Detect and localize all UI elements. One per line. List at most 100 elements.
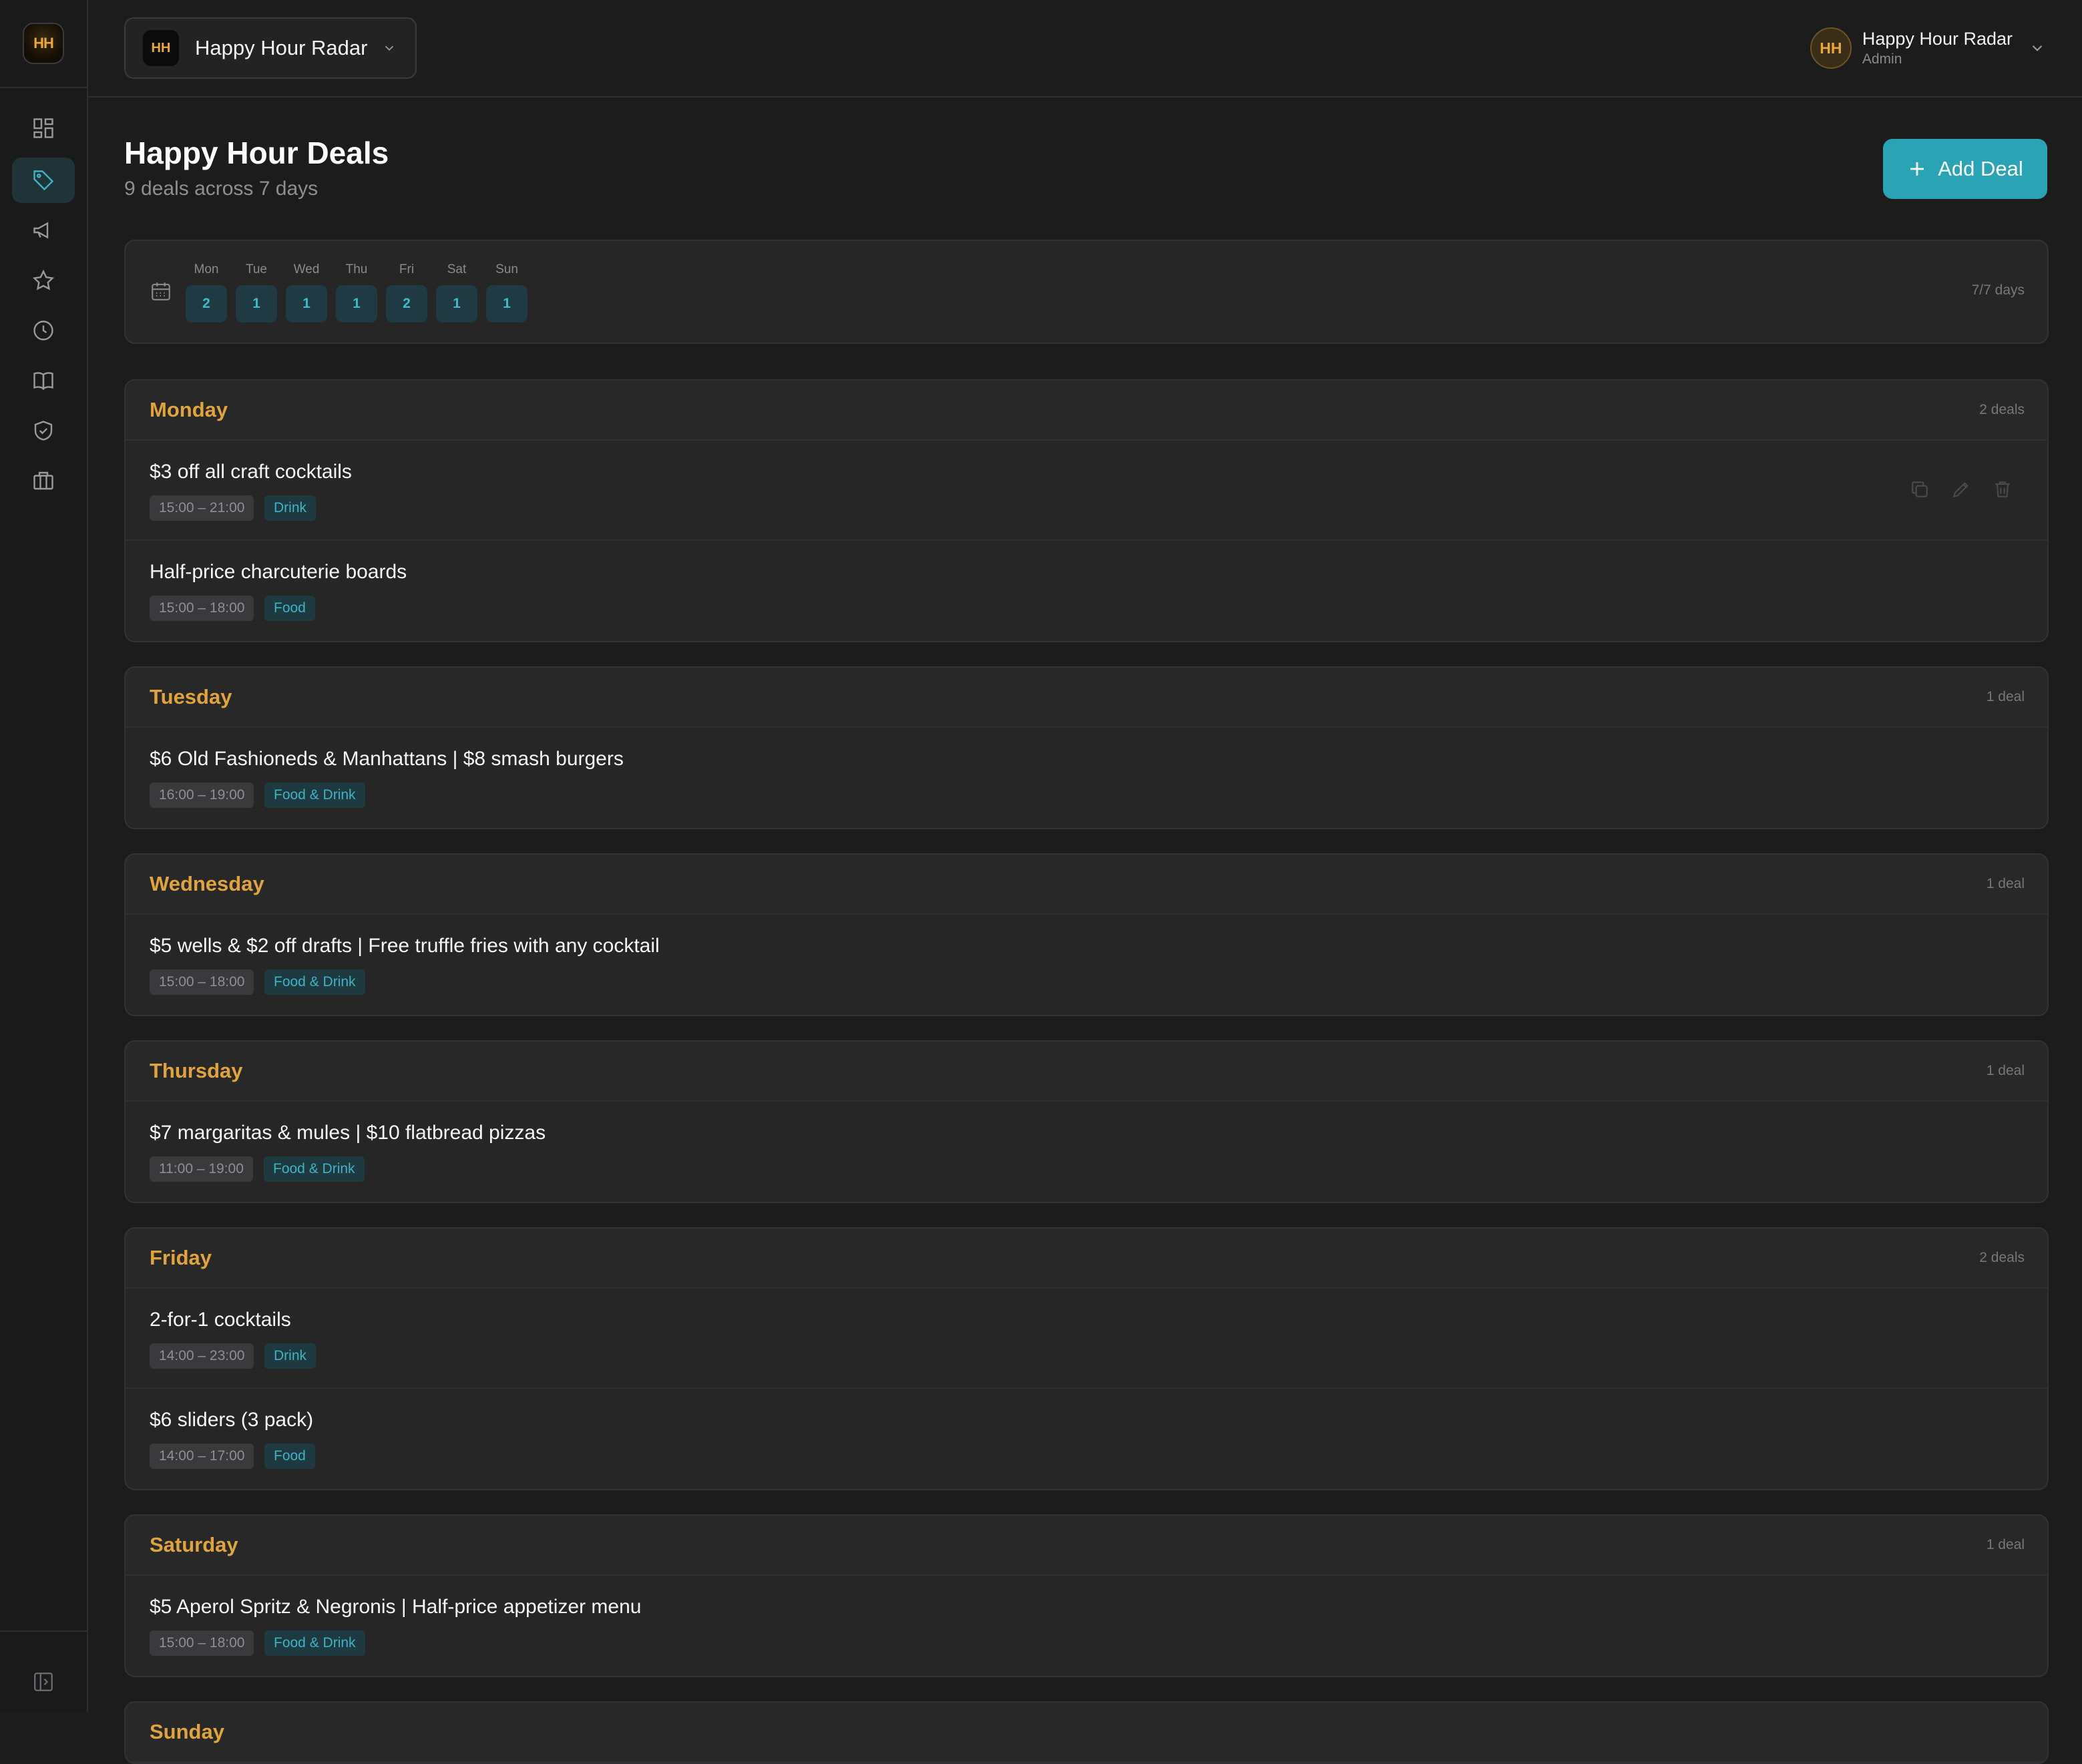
deal-title: 2-for-1 cocktails <box>150 1309 291 1331</box>
deal-row[interactable]: 2-for-1 cocktails 14:00 – 23:00 Drink <box>126 1289 2047 1389</box>
day-header[interactable]: Wednesday 1 deal <box>126 855 2047 915</box>
deal-row[interactable]: $5 wells & $2 off drafts | Free truffle … <box>126 915 2047 1015</box>
day-deal-count: 2 deals <box>1979 402 2025 417</box>
day-card-thursday: Thursday 1 deal $7 margaritas & mules | $1… <box>124 1040 2049 1203</box>
day-deal-count: 1 deal <box>1986 1537 2025 1552</box>
week-day-label: Fri <box>399 262 415 276</box>
deal-row[interactable]: $6 sliders (3 pack) 14:00 – 17:00 Food <box>126 1389 2047 1489</box>
week-day-mon[interactable]: Mon 2 <box>186 260 227 322</box>
megaphone-icon <box>33 222 49 239</box>
day-card-monday: Monday 2 deals $3 off all craft cocktails 1… <box>124 379 2049 642</box>
sidebar-item-dashboard[interactable] <box>12 105 75 151</box>
page-subtitle: 9 deals across 7 days <box>124 178 319 200</box>
deal-row[interactable]: $3 off all craft cocktails 15:00 – 21:00 D… <box>126 441 2047 541</box>
week-day-thu[interactable]: Thu 1 <box>336 260 377 322</box>
duplicate-deal-button[interactable] <box>1908 478 1931 501</box>
week-day-count[interactable]: 2 <box>386 285 427 322</box>
deal-title: $3 off all craft cocktails <box>150 461 352 483</box>
day-card-tuesday: Tuesday 1 deal $6 Old Fashioneds & Manhatt… <box>124 666 2049 829</box>
day-card-wednesday: Wednesday 1 deal $5 wells & $2 off drafts … <box>124 853 2049 1016</box>
sidebar-item-deals[interactable] <box>12 158 75 203</box>
deal-time-badge: 16:00 – 19:00 <box>150 783 254 808</box>
plus-icon <box>1910 162 1924 176</box>
venue-logo: HH <box>143 30 179 66</box>
shield-check-icon <box>34 421 53 441</box>
day-name: Saturday <box>150 1533 238 1556</box>
deal-time-badge: 15:00 – 18:00 <box>150 969 254 995</box>
day-deal-count: 1 deal <box>1986 876 2025 891</box>
venue-selector[interactable]: HH Happy Hour Radar <box>124 17 417 79</box>
calendar-icon <box>152 282 170 300</box>
user-name: Happy Hour Radar <box>1862 29 2013 49</box>
day-name: Tuesday <box>150 685 232 708</box>
sidebar-footer <box>0 1630 87 1712</box>
chevron-down-icon <box>385 45 394 51</box>
deal-category-badge: Drink <box>264 1343 317 1369</box>
sidebar-item-security[interactable] <box>12 408 75 453</box>
day-card-sunday: Sunday <box>124 1701 2049 1764</box>
deal-category-badge: Food & Drink <box>264 1630 365 1656</box>
deal-title: $5 Aperol Spritz & Negronis | Half-price… <box>150 1596 642 1618</box>
deal-category-badge: Food <box>264 596 315 621</box>
sidebar: HH <box>0 0 88 1712</box>
day-header[interactable]: Monday 2 deals <box>126 381 2047 441</box>
sidebar-item-promotions[interactable] <box>12 208 75 253</box>
user-menu[interactable]: HH Happy Hour Radar Admin <box>1810 25 2046 71</box>
deal-category-badge: Drink <box>264 495 317 521</box>
week-day-sat[interactable]: Sat 1 <box>436 260 477 322</box>
sidebar-collapse-button[interactable] <box>21 1660 65 1704</box>
sidebar-item-menu[interactable] <box>12 358 75 403</box>
sidebar-logo-area: HH <box>0 0 87 88</box>
day-header[interactable]: Saturday 1 deal <box>126 1516 2047 1576</box>
sidebar-collapse-icon <box>34 1673 53 1691</box>
briefcase-icon <box>33 471 53 490</box>
sidebar-item-hours[interactable] <box>12 308 75 353</box>
tag-icon <box>33 170 54 191</box>
deal-row[interactable]: $7 margaritas & mules | $10 flatbread pi… <box>126 1102 2047 1202</box>
week-overview: Mon 2 Tue 1 Wed 1 Thu 1 Fri 2 Sat 1 Sun 1 7/7 days <box>124 240 2049 344</box>
week-day-count[interactable]: 1 <box>236 285 277 322</box>
deal-title: Half-price charcuterie boards <box>150 561 407 583</box>
app-logo[interactable]: HH <box>23 23 64 64</box>
week-day-tue[interactable]: Tue 1 <box>236 260 277 322</box>
week-day-sun[interactable]: Sun 1 <box>486 260 528 322</box>
week-day-fri[interactable]: Fri 2 <box>386 260 427 322</box>
deal-row[interactable]: $5 Aperol Spritz & Negronis | Half-price… <box>126 1576 2047 1676</box>
venue-name: Happy Hour Radar <box>195 36 368 59</box>
week-day-count[interactable]: 2 <box>186 285 227 322</box>
week-day-label: Wed <box>293 262 320 276</box>
star-icon <box>32 269 55 290</box>
deal-time-badge: 11:00 – 19:00 <box>150 1156 253 1182</box>
deal-category-badge: Food & Drink <box>264 783 365 808</box>
add-deal-button[interactable]: Add Deal <box>1883 139 2047 199</box>
week-day-count[interactable]: 1 <box>336 285 377 322</box>
day-name: Thursday <box>150 1059 243 1082</box>
deal-category-badge: Food <box>264 1444 315 1469</box>
week-day-count[interactable]: 1 <box>286 285 327 322</box>
sidebar-item-reviews[interactable] <box>12 258 75 303</box>
avatar: HH <box>1810 27 1852 69</box>
deal-row[interactable]: Half-price charcuterie boards 15:00 – 18:… <box>126 541 2047 641</box>
deal-time-badge: 15:00 – 18:00 <box>150 1630 254 1656</box>
edit-deal-button[interactable] <box>1950 478 1972 501</box>
week-day-label: Tue <box>245 262 268 276</box>
pencil-icon <box>1952 482 1968 498</box>
deal-actions <box>1908 478 2014 501</box>
week-day-count[interactable]: 1 <box>486 285 528 322</box>
day-header[interactable]: Tuesday 1 deal <box>126 668 2047 728</box>
deal-time-badge: 15:00 – 18:00 <box>150 596 254 621</box>
chevron-down-icon <box>2032 45 2043 51</box>
day-header[interactable]: Friday 2 deals <box>126 1229 2047 1289</box>
deal-row[interactable]: $6 Old Fashioneds & Manhattans | $8 smas… <box>126 728 2047 828</box>
deal-time-badge: 14:00 – 17:00 <box>150 1444 254 1469</box>
week-day-count[interactable]: 1 <box>436 285 477 322</box>
page-title: Happy Hour Deals <box>124 136 389 170</box>
delete-deal-button[interactable] <box>1991 478 2014 501</box>
deal-time-badge: 14:00 – 23:00 <box>150 1343 254 1369</box>
trash-icon <box>1995 481 2010 497</box>
day-name: Wednesday <box>150 872 264 895</box>
day-header[interactable]: Thursday 1 deal <box>126 1042 2047 1102</box>
week-day-wed[interactable]: Wed 1 <box>286 260 327 322</box>
sidebar-item-business[interactable] <box>12 458 75 503</box>
day-card-saturday: Saturday 1 deal $5 Aperol Spritz & Negroni… <box>124 1514 2049 1677</box>
